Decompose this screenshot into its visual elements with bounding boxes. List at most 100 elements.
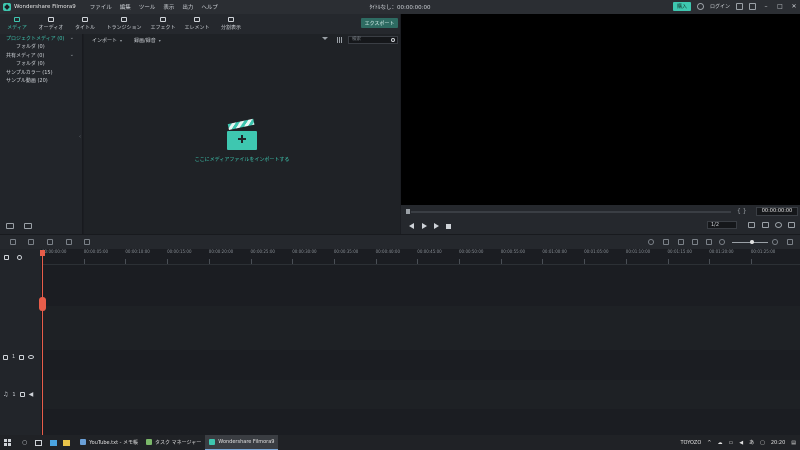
volume-icon[interactable]	[775, 222, 782, 228]
notification-icon[interactable]: ▢	[760, 440, 765, 446]
undo-icon[interactable]	[10, 239, 16, 245]
tab-transitions[interactable]: トランジション	[102, 14, 146, 34]
account-icon[interactable]	[696, 3, 704, 10]
taskbar-app-notepad[interactable]: YouTube.txt - メモ帳	[76, 435, 142, 450]
search-input[interactable]: 検索	[348, 36, 398, 44]
redo-icon[interactable]	[28, 239, 34, 245]
snapshot-tl-icon[interactable]	[706, 239, 712, 245]
link-icon[interactable]	[17, 255, 22, 260]
taskbar-app-label: タスク マネージャー	[155, 439, 202, 446]
filter-icon[interactable]	[322, 37, 328, 43]
edge-icon[interactable]	[50, 439, 58, 446]
tab-split-screen[interactable]: 分割表示	[214, 14, 248, 34]
library-item-sample-videos[interactable]: サンプル動画 (20)	[0, 77, 82, 86]
playhead-handle[interactable]	[39, 297, 46, 311]
cloud-icon[interactable]: ☁	[718, 440, 723, 446]
playback-quality-select[interactable]: 1/2	[707, 221, 737, 229]
record-dropdown[interactable]: 録画/録音 ▾	[134, 37, 161, 44]
library-item-folder[interactable]: フォルダ (0)	[0, 60, 82, 69]
zoom-slider-handle[interactable]	[750, 240, 754, 244]
scrubber-handle[interactable]	[406, 209, 410, 214]
step-back-icon[interactable]	[409, 223, 415, 229]
record-dropdown-label: 録画/録音	[134, 37, 156, 44]
import-hint-text[interactable]: ここにメディアファイルをインポートする	[195, 156, 290, 163]
timeline-ruler[interactable]: 00:00:00:00 00:00:05:00 00:00:10:00 00:00:1…	[42, 249, 800, 265]
render-preview-icon[interactable]	[648, 239, 654, 245]
ruler-tick: 00:01:20:00	[709, 249, 734, 264]
buy-button[interactable]: 購入	[672, 2, 691, 11]
display-icon[interactable]	[748, 222, 755, 228]
tray-user[interactable]: TOYOZO	[681, 440, 702, 446]
ime-indicator[interactable]: あ	[749, 439, 754, 446]
chevron-up-icon[interactable]: ^	[707, 440, 711, 446]
import-drop-zone[interactable]: ここにメディアファイルをインポートする	[84, 118, 400, 163]
speaker-icon[interactable]: ◀	[29, 391, 34, 398]
lock-icon[interactable]	[19, 354, 25, 360]
tab-label: エレメント	[184, 25, 210, 31]
new-folder-icon[interactable]	[6, 223, 14, 229]
fullscreen-icon[interactable]	[788, 222, 795, 228]
lock-icon[interactable]	[19, 392, 25, 397]
ruler-tick: 00:01:25:00	[750, 249, 776, 264]
stop-icon[interactable]	[446, 223, 452, 230]
audio-track[interactable]	[42, 380, 800, 409]
tab-audio[interactable]: オーディオ	[34, 14, 68, 34]
chevron-down-icon[interactable]: ⌄	[70, 52, 74, 58]
tab-effects[interactable]: エフェクト	[146, 14, 180, 34]
close-button[interactable]: ✕	[790, 3, 798, 10]
text-icon	[82, 17, 88, 22]
snapshot-icon[interactable]	[762, 222, 769, 228]
chevron-down-icon[interactable]: ⌄	[70, 35, 74, 41]
preview-scrubber[interactable]	[411, 211, 731, 213]
action-center-icon[interactable]: ▤	[791, 440, 796, 446]
library-item-project-media[interactable]: プロジェクトメディア (0) ⌄	[0, 34, 82, 43]
mail-icon[interactable]	[736, 3, 743, 10]
taskbar-app-task-manager[interactable]: タスク マネージャー	[142, 435, 205, 450]
adjust-icon[interactable]	[84, 239, 90, 245]
add-track-icon[interactable]	[4, 255, 9, 260]
minimize-button[interactable]: –	[762, 3, 770, 10]
grid-view-icon[interactable]	[337, 37, 343, 43]
eye-icon[interactable]	[28, 355, 35, 359]
library-item-shared-media[interactable]: 共有メディア (0) ⌄	[0, 51, 82, 60]
voiceover-icon[interactable]	[678, 239, 684, 245]
windows-start-icon[interactable]	[4, 438, 12, 447]
taskbar-app-filmora[interactable]: Wondershare Filmora9	[205, 435, 279, 450]
tab-titles[interactable]: タイトル	[68, 14, 102, 34]
network-icon[interactable]: ▭	[729, 440, 734, 446]
audio-mixer-icon[interactable]	[692, 239, 698, 245]
track-settings-icon[interactable]	[787, 239, 793, 245]
library-item-sample-colors[interactable]: サンプルカラー (15)	[0, 68, 82, 77]
tab-media[interactable]: メディア	[0, 14, 34, 34]
tab-elements[interactable]: エレメント	[180, 14, 214, 34]
save-icon[interactable]	[749, 3, 756, 10]
volume-icon[interactable]: ◀	[739, 440, 743, 446]
step-forward-icon[interactable]	[434, 223, 440, 229]
import-dropdown[interactable]: インポート ▾	[92, 37, 122, 44]
export-button[interactable]: エクスポート	[361, 18, 398, 28]
playhead[interactable]	[42, 250, 43, 435]
timeline-tracks[interactable]	[42, 266, 800, 435]
open-folder-icon[interactable]	[24, 223, 32, 229]
playhead-marker[interactable]	[40, 250, 45, 256]
delete-icon[interactable]	[47, 239, 53, 245]
mark-in-out-icon[interactable]: { }	[737, 208, 747, 215]
chevron-down-icon: ▾	[120, 37, 123, 43]
zoom-in-icon[interactable]	[772, 239, 778, 245]
login-link[interactable]: ログイン	[710, 3, 730, 10]
marker-icon[interactable]	[663, 239, 669, 245]
zoom-out-icon[interactable]	[719, 239, 725, 245]
library-item-label: 共有メディア (0)	[6, 52, 45, 59]
library-item-folder[interactable]: フォルダ (0)	[0, 43, 82, 52]
task-view-icon[interactable]	[35, 439, 43, 446]
collapse-sidebar-handle[interactable]: ‹	[79, 134, 81, 140]
search-icon[interactable]: ○	[22, 439, 27, 446]
clapperboard-plus-icon[interactable]	[227, 118, 257, 150]
clock[interactable]: 20:20	[771, 440, 785, 446]
video-track[interactable]	[42, 306, 800, 350]
play-icon[interactable]	[422, 223, 428, 229]
file-explorer-icon[interactable]	[63, 439, 71, 446]
search-icon[interactable]	[391, 38, 395, 42]
maximize-button[interactable]: □	[776, 3, 784, 10]
cut-icon[interactable]	[66, 239, 72, 245]
